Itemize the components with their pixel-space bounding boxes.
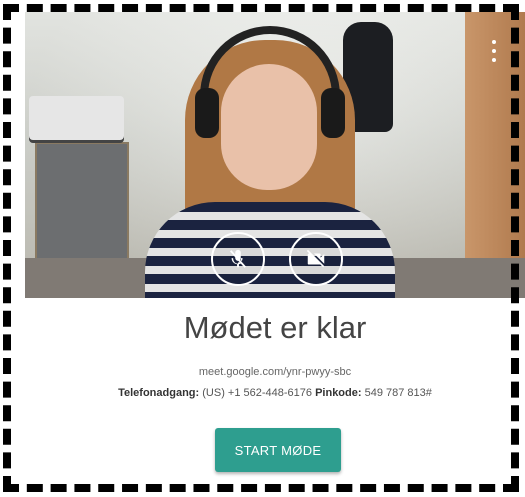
background-printer — [29, 96, 124, 140]
person-shirt — [145, 202, 395, 298]
camera-toggle-button[interactable] — [289, 232, 343, 286]
pin-label: Pinkode: — [315, 387, 362, 399]
more-options-button[interactable] — [489, 40, 499, 62]
more-vert-icon-dot — [492, 58, 496, 62]
microphone-toggle-button[interactable] — [211, 232, 265, 286]
headphones-ear-left — [195, 88, 219, 138]
pin-code: 549 787 813# — [364, 387, 432, 399]
start-meeting-button[interactable]: START MØDE — [215, 428, 341, 472]
phone-access-info: Telefonadgang: (US) +1 562-448-6176 Pink… — [25, 387, 525, 399]
video-preview — [25, 12, 525, 298]
page-title: Mødet er klar — [183, 310, 367, 345]
phone-label: Telefonadgang: — [118, 387, 200, 399]
phone-number: (US) +1 562-448-6176 — [202, 387, 313, 399]
mic-off-icon — [229, 249, 247, 268]
headphones-ear-right — [321, 88, 345, 138]
camera-off-icon — [306, 249, 325, 268]
more-vert-icon — [492, 40, 496, 44]
more-vert-icon-dot — [492, 49, 496, 53]
meeting-url[interactable]: meet.google.com/ynr-pwyy-sbc — [25, 366, 525, 378]
